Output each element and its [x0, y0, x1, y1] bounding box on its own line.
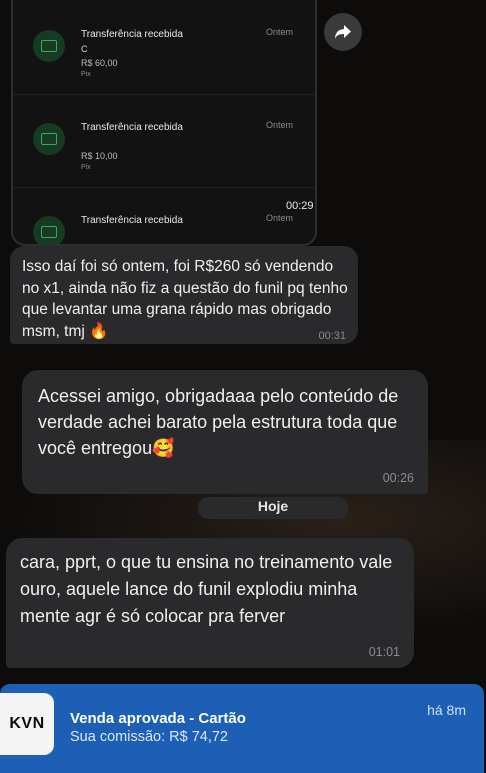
- transaction-title: Transferência recebida: [81, 122, 183, 133]
- transaction-date: Ontem: [265, 120, 293, 130]
- transfer-received-icon: [33, 216, 65, 244]
- transaction-kind: Pix: [81, 71, 91, 78]
- message-text: Isso daí foi só ontem, foi R$260 só vend…: [22, 258, 348, 340]
- shared-image[interactable]: Transferência recebida Ontem C R$ 60,00 …: [11, 0, 317, 246]
- message-time: 01:01: [368, 645, 400, 659]
- message-text: cara, pprt, o que tu ensina no treinamen…: [20, 552, 393, 626]
- push-notification[interactable]: KVN Venda aprovada - Cartão Sua comissão…: [0, 684, 484, 773]
- forward-arrow-icon: [335, 25, 351, 39]
- notification-title: Venda aprovada - Cartão: [70, 710, 246, 727]
- transaction-amount: R$ 10,00: [81, 151, 118, 161]
- transaction-item: Transferência recebida Ontem: [13, 188, 315, 244]
- forward-button[interactable]: [324, 13, 362, 51]
- transaction-date: Ontem: [265, 27, 293, 37]
- notification-age: há 8m: [427, 702, 466, 718]
- transaction-title: Transferência recebida: [81, 215, 183, 226]
- date-divider: Hoje: [198, 497, 348, 519]
- message-time: 00:26: [382, 471, 414, 485]
- incoming-message[interactable]: cara, pprt, o que tu ensina no treinamen…: [6, 538, 414, 668]
- notification-body: Sua comissão: R$ 74,72: [70, 729, 228, 745]
- transaction-date: Ontem: [265, 213, 293, 223]
- transaction-item: Transferência recebida Ontem R$ 10,00 Pi…: [13, 95, 315, 188]
- transaction-sender: C: [81, 44, 90, 54]
- transaction-kind: Pix: [81, 164, 91, 171]
- transaction-amount: R$ 60,00: [81, 58, 118, 68]
- app-logo-icon: KVN: [0, 693, 54, 755]
- incoming-message[interactable]: Acessei amigo, obrigadaaa pelo conteúdo …: [22, 370, 428, 494]
- message-time: 00:29: [286, 200, 314, 212]
- transaction-title: Transferência recebida: [81, 29, 183, 40]
- transaction-item: Transferência recebida Ontem C R$ 60,00 …: [13, 2, 315, 95]
- incoming-message[interactable]: Isso daí foi só ontem, foi R$260 só vend…: [10, 246, 358, 344]
- app-logo-text: KVN: [9, 715, 45, 732]
- message-text: Acessei amigo, obrigadaaa pelo conteúdo …: [38, 386, 399, 458]
- transfer-received-icon: [33, 30, 65, 62]
- message-time: 00:31: [318, 330, 346, 342]
- transfer-received-icon: [33, 123, 65, 155]
